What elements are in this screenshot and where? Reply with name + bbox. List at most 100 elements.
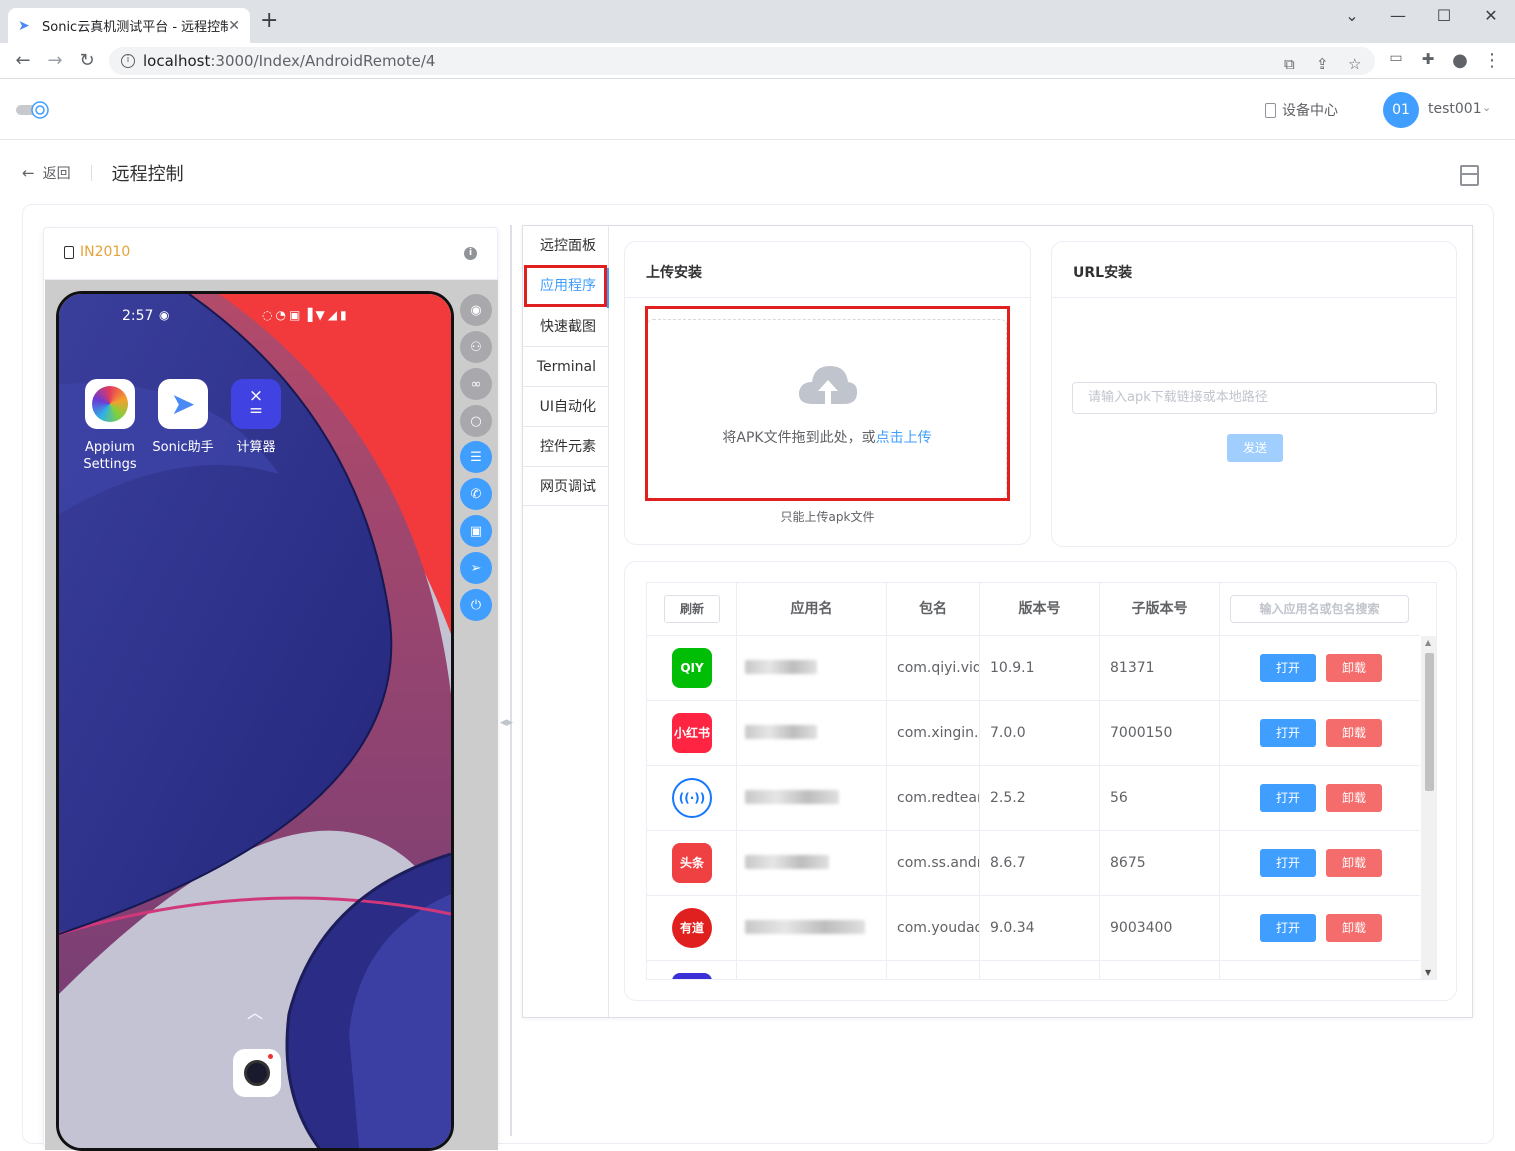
app-icon: ((·)) <box>672 778 712 818</box>
uninstall-app-button[interactable]: 卸载 <box>1326 784 1382 812</box>
app-icon: QIY <box>672 648 712 688</box>
app-name-cell <box>737 896 887 961</box>
url-field[interactable]: i localhost:3000/Index/AndroidRemote/4 ⧉… <box>109 47 1375 75</box>
device-model: IN2010 <box>80 244 131 260</box>
user-icon[interactable]: ⚇ <box>460 331 492 363</box>
power-icon[interactable]: ⏻ <box>460 589 492 621</box>
reload-icon[interactable]: ↻ <box>76 50 98 71</box>
paper-plane-icon: ➤ <box>158 379 208 429</box>
scroll-thumb[interactable] <box>1425 653 1434 791</box>
sub-version-cell: 8675 <box>1100 831 1220 896</box>
column-header: 子版本号 <box>1100 583 1220 636</box>
appium-icon <box>85 379 135 429</box>
close-window-button[interactable]: ✕ <box>1476 6 1506 25</box>
version-cell: 10.9.1 <box>980 636 1100 701</box>
cast-icon[interactable]: ▭ <box>1385 50 1407 66</box>
resize-handle-icon[interactable]: ◂▸ <box>500 715 513 730</box>
sub-version-cell: 56 <box>1100 766 1220 831</box>
share-icon[interactable]: ⇪ <box>1316 55 1329 73</box>
uninstall-app-button[interactable]: 卸载 <box>1326 914 1382 942</box>
uninstall-app-button[interactable]: 卸载 <box>1326 719 1382 747</box>
forward-icon[interactable]: → <box>44 50 66 71</box>
page-title: 远程控制 <box>111 164 184 185</box>
open-app-button[interactable]: 打开 <box>1260 784 1316 812</box>
tab-web-debug[interactable]: 网页调试 <box>522 466 608 506</box>
tab-elements[interactable]: 控件元素 <box>522 426 608 466</box>
layout-toggle-icon[interactable] <box>1460 165 1479 186</box>
settings-sliders-icon[interactable]: ☰ <box>460 441 492 473</box>
column-header: 版本号 <box>980 583 1100 636</box>
tab-ui-automation[interactable]: UI自动化 <box>522 386 608 426</box>
app-calculator[interactable]: × = 计算器 <box>221 379 291 456</box>
actions-cell: 打开卸载 <box>1220 831 1420 896</box>
maximize-button[interactable]: ☐ <box>1429 6 1459 25</box>
table-row: 小红书com.xingin.xhs7.0.07000150打开卸载 <box>647 701 1420 766</box>
device-center-link[interactable]: 设备中心 <box>1265 100 1338 120</box>
eye-icon[interactable]: ◉ <box>460 294 492 326</box>
profile-icon[interactable]: ● <box>1449 50 1471 71</box>
browser-tab[interactable]: ➤ Sonic云真机测试平台 - 远程控制 ✕ <box>8 8 250 43</box>
star-icon[interactable]: ☆ <box>1348 55 1361 73</box>
app-label: Sonic助手 <box>152 440 214 455</box>
close-tab-icon[interactable]: ✕ <box>228 18 240 34</box>
chevron-down-icon[interactable]: ⌄ <box>1482 101 1491 114</box>
send-button[interactable]: 发送 <box>1227 434 1283 462</box>
info-icon[interactable]: i <box>121 54 135 68</box>
new-tab-button[interactable]: + <box>260 10 278 32</box>
minimize-button[interactable]: — <box>1383 6 1413 25</box>
link-icon[interactable]: ∞ <box>460 368 492 400</box>
app-name-cell <box>737 831 887 896</box>
open-app-button[interactable]: 打开 <box>1260 719 1316 747</box>
back-icon[interactable]: ← <box>12 50 34 71</box>
camera-icon[interactable]: ▣ <box>460 515 492 547</box>
sub-version-cell: 9003400 <box>1100 896 1220 961</box>
blurred-app-name <box>745 725 817 739</box>
extensions-icon[interactable]: ✚ <box>1417 50 1439 68</box>
app-search-input[interactable]: 输入应用名或包名搜索 <box>1230 595 1409 623</box>
uninstall-app-button[interactable]: 卸载 <box>1326 849 1382 877</box>
scroll-down-icon[interactable]: ▼ <box>1425 968 1431 977</box>
table-row: ((·))com.redteam2.5.256打开卸载 <box>647 766 1420 831</box>
package-cell: com.youdao. <box>887 896 980 961</box>
actions-cell: 打开卸载 <box>1220 701 1420 766</box>
table-scrollbar[interactable]: ▲ ▼ <box>1421 636 1436 979</box>
menu-icon[interactable]: ⋮ <box>1481 50 1503 71</box>
actions-cell: 打开卸载 <box>1220 766 1420 831</box>
phone-icon[interactable]: ✆ <box>460 478 492 510</box>
translate-icon[interactable]: ⧉ <box>1284 55 1295 73</box>
highlight-box <box>645 306 1010 501</box>
avatar[interactable]: 01 <box>1383 92 1419 128</box>
open-app-button[interactable]: 打开 <box>1260 979 1316 980</box>
app-name-cell <box>737 701 887 766</box>
back-arrow-icon[interactable]: ← <box>22 164 35 182</box>
logo-icon[interactable] <box>16 100 50 120</box>
version-cell: 8.6.7 <box>980 831 1100 896</box>
device-screen[interactable]: 2:57 ◉ ◌◔▣▐▼◢▮ Appium Settings ➤ Sonic助手… <box>56 291 454 1151</box>
camera-app-icon[interactable] <box>233 1049 281 1097</box>
app-label: 计算器 <box>236 440 276 455</box>
open-app-button[interactable]: 打开 <box>1260 654 1316 682</box>
app-name-cell <box>737 636 887 701</box>
uninstall-app-button[interactable]: 卸载 <box>1326 654 1382 682</box>
app-appium-settings[interactable]: Appium Settings <box>75 379 145 473</box>
tab-remote-panel[interactable]: 远控面板 <box>522 226 608 266</box>
location-icon[interactable]: ➢ <box>460 552 492 584</box>
tab-screenshot[interactable]: 快速截图 <box>522 306 608 346</box>
package-cell: com.redteam <box>887 766 980 831</box>
search-icon[interactable]: ○ <box>460 405 492 437</box>
app-table: 刷新 应用名 包名 版本号 子版本号 输入应用名或包名搜索 QIY com.qiy… <box>646 582 1437 980</box>
chevron-down-icon[interactable]: ⌄ <box>1337 6 1367 25</box>
panel-divider[interactable] <box>510 225 512 1136</box>
username[interactable]: test001 <box>1428 101 1482 117</box>
back-link[interactable]: 返回 <box>43 163 71 183</box>
open-app-button[interactable]: 打开 <box>1260 914 1316 942</box>
tab-terminal[interactable]: Terminal <box>522 346 608 386</box>
device-screen-area: 2:57 ◉ ◌◔▣▐▼◢▮ Appium Settings ➤ Sonic助手… <box>45 280 498 1151</box>
scroll-up-icon[interactable]: ▲ <box>1425 638 1431 647</box>
open-app-button[interactable]: 打开 <box>1260 849 1316 877</box>
app-sonic-helper[interactable]: ➤ Sonic助手 <box>148 379 218 456</box>
uninstall-app-button[interactable]: 卸载 <box>1326 979 1382 980</box>
info-icon[interactable]: i <box>464 247 477 260</box>
apk-url-input[interactable]: 请输入apk下载链接或本地路径 <box>1072 382 1437 414</box>
refresh-button[interactable]: 刷新 <box>664 595 720 623</box>
